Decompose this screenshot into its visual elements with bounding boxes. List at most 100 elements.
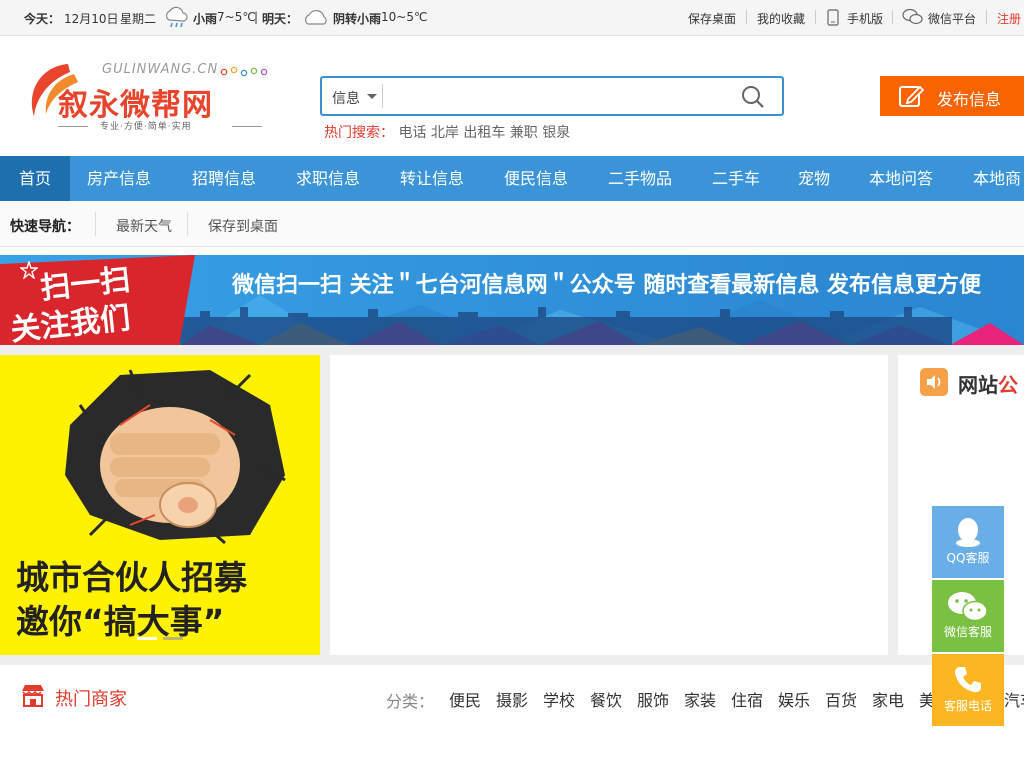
phone-service-button[interactable]: 客服电话: [932, 654, 1004, 726]
nav-item-housing[interactable]: 房产信息: [87, 156, 151, 201]
shop-icon: [22, 685, 44, 707]
weather-divider: |: [254, 10, 259, 24]
mobile-icon: [827, 9, 839, 26]
slider-line1: 城市合伙人招募: [16, 558, 247, 597]
category-link[interactable]: 家装: [684, 687, 716, 711]
hot-search-term[interactable]: 出租车: [463, 125, 505, 141]
category-link[interactable]: 家电: [872, 687, 904, 711]
qq-icon: [956, 518, 980, 547]
main-nav: 首页 房产信息 招聘信息 求职信息 转让信息 便民信息 二手物品 二手车 宠物 …: [0, 156, 1024, 201]
divider: [815, 10, 816, 24]
category-link[interactable]: 百货: [825, 687, 857, 711]
category-link[interactable]: 便民: [449, 687, 481, 711]
qq-service-button[interactable]: QQ客服: [932, 506, 1004, 578]
banner-text: 微信扫一扫 关注＂七台河信息网＂公众号 随时查看最新信息 发布信息更方便: [232, 273, 981, 298]
site-logo[interactable]: GULINWANG.CN 叙永微帮网 专业·方便·简单·实用: [24, 56, 274, 136]
nav-item-transfer[interactable]: 转让信息: [400, 156, 464, 201]
nav-item-services[interactable]: 便民信息: [504, 156, 568, 201]
quick-nav-save-link[interactable]: 保存到桌面: [208, 216, 278, 236]
star-icon: [20, 261, 38, 279]
register-link[interactable]: 注册: [997, 10, 1021, 27]
hot-merchants-section: 热门商家 分类： 便民 摄影 学校 餐饮 服饰 家装 住宿 娱乐 百货 家电 美…: [0, 665, 1024, 768]
nav-item-home[interactable]: 首页: [0, 156, 70, 201]
divider: [187, 212, 188, 236]
phone-icon: [955, 667, 981, 693]
divider: [746, 10, 747, 24]
nav-item-second-hand[interactable]: 二手物品: [608, 156, 672, 201]
hot-search-term[interactable]: 银泉: [542, 125, 570, 141]
divider: [95, 212, 96, 236]
nav-item-used-cars[interactable]: 二手车: [712, 156, 760, 201]
hot-search-term[interactable]: 电话: [398, 125, 426, 141]
tomorrow-label: 明天：: [262, 12, 299, 26]
wechat-icon: [948, 592, 988, 622]
today-temp: 7~5℃: [217, 10, 256, 24]
hot-search-label: 热门搜索：: [324, 125, 394, 141]
category-link[interactable]: 汽车: [1004, 687, 1024, 711]
slider-dot-active[interactable]: [137, 637, 157, 640]
logo-rule: [58, 126, 88, 127]
divider: [382, 84, 383, 108]
top-bar: 今天： 12月10日 星期二 小雨 7~5℃ | 明天： 阴转小雨 10~5℃ …: [0, 0, 1024, 36]
qq-service-label: QQ客服: [946, 551, 990, 565]
tomorrow-temp: 10~5℃: [381, 10, 428, 24]
today-label: 今天：: [24, 12, 61, 26]
favorites-link[interactable]: 我的收藏: [757, 10, 805, 27]
today-weather: 小雨: [193, 12, 218, 26]
divider: [892, 10, 893, 24]
category-link[interactable]: 娱乐: [778, 687, 810, 711]
hot-search: 热门搜索： 电话 北岸 出租车 兼职 银泉: [324, 122, 570, 142]
logo-rule: [232, 126, 262, 127]
date-text: 12月10日: [64, 12, 119, 26]
slider-line2: 邀你“搞大事”: [16, 602, 225, 641]
wechat-service-button[interactable]: 微信客服: [932, 580, 1004, 652]
nav-item-jobs[interactable]: 招聘信息: [192, 156, 256, 201]
nav-item-pets[interactable]: 宠物: [798, 156, 830, 201]
promo-slider[interactable]: 城市合伙人招募 邀你“搞大事”: [0, 355, 320, 655]
notice-title: 网站公: [958, 369, 1018, 398]
category-link[interactable]: 摄影: [496, 687, 528, 711]
logo-slogan: 专业·方便·简单·实用: [100, 122, 192, 132]
hot-search-term[interactable]: 北岸: [431, 125, 459, 141]
quick-nav: 快速导航： 最新天气 保存到桌面: [0, 201, 1024, 247]
hot-search-term[interactable]: 兼职: [510, 125, 538, 141]
publish-label: 发布信息: [937, 90, 1002, 109]
tomorrow-weather: 阴转小雨: [333, 12, 382, 26]
phone-service-label: 客服电话: [943, 699, 992, 713]
slider-dot[interactable]: [163, 637, 183, 640]
category-link[interactable]: 餐饮: [590, 687, 622, 711]
nav-item-qa[interactable]: 本地问答: [869, 156, 933, 201]
category-link[interactable]: 学校: [543, 687, 575, 711]
wechat-icon: [902, 8, 923, 25]
nav-item-local-business[interactable]: 本地商: [973, 156, 1021, 201]
wechat-service-label: 微信客服: [943, 625, 992, 639]
chevron-down-icon: [367, 94, 377, 99]
hot-merchants-title: 热门商家: [55, 689, 127, 710]
logo-name: 叙永微帮网: [58, 88, 213, 123]
category-link[interactable]: 住宿: [731, 687, 763, 711]
category-link[interactable]: 服饰: [637, 687, 669, 711]
search-icon[interactable]: [740, 84, 766, 110]
wechat-banner[interactable]: 扫一扫 关注我们 微信扫一扫 关注＂七台河信息网＂公众号 随时查看最新信息 发布…: [0, 255, 1024, 345]
pointing-hand-illustration: [65, 369, 286, 545]
weekday-text: 星期二: [120, 12, 157, 26]
quick-nav-weather-link[interactable]: 最新天气: [116, 216, 172, 236]
logo-dots-icon: [220, 66, 268, 77]
quick-nav-label: 快速导航：: [10, 219, 80, 235]
notice-title-b: 公: [998, 373, 1018, 397]
nav-item-job-seeking[interactable]: 求职信息: [296, 156, 360, 201]
publish-button[interactable]: 发布信息: [880, 76, 1024, 116]
notice-title-a: 网站: [958, 373, 998, 397]
wechat-platform-link[interactable]: 微信平台: [928, 10, 976, 27]
edit-icon: [899, 85, 924, 107]
center-panel: [330, 355, 888, 655]
mobile-link[interactable]: 手机版: [847, 10, 883, 27]
search-input[interactable]: [386, 80, 726, 112]
cloudy-icon: [305, 9, 327, 25]
rain-icon: [166, 6, 188, 28]
search-category-label: 信息: [332, 91, 360, 107]
save-desktop-link[interactable]: 保存桌面: [688, 10, 736, 27]
category-label: 分类：: [386, 692, 435, 711]
search-category-select[interactable]: 信息: [322, 78, 384, 114]
logo-domain: GULINWANG.CN: [102, 62, 219, 77]
